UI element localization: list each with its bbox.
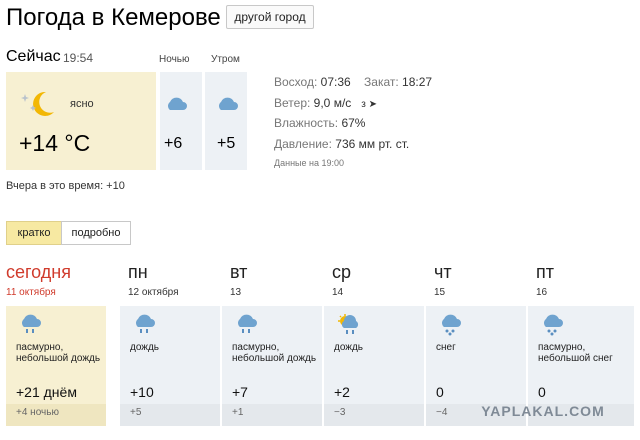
night-label: Ночью [159, 54, 190, 65]
tab-short[interactable]: кратко [6, 221, 62, 245]
sunset-value: 18:27 [402, 75, 433, 89]
night-temperature: +6 [164, 135, 183, 152]
sunrise-label: Восход: [274, 75, 318, 89]
page-title: Погода в Кемерове [6, 4, 221, 31]
forecast-day-temp: +2 [334, 384, 350, 400]
cloud-rain-icon [136, 314, 155, 333]
humidity-value: 67% [341, 116, 366, 130]
forecast-night-temp: −3 [334, 407, 346, 418]
forecast-day-temp: 0 [436, 384, 444, 400]
forecast-condition: дождь [334, 342, 364, 353]
cloud-icon [219, 97, 238, 110]
morning-label: Утром [211, 54, 240, 65]
forecast-night-temp: −4 [436, 407, 448, 418]
sun-info: Восход: 07:36 Закат: 18:27 [274, 75, 432, 89]
sun-cloud-rain-icon [338, 314, 359, 334]
forecast-night-temp: +1 [232, 407, 244, 418]
day-name[interactable]: пн [128, 262, 148, 283]
sunset-label: Закат: [364, 75, 399, 89]
day-name[interactable]: вт [230, 262, 247, 283]
cloud-snow-icon [544, 314, 563, 336]
day-date: 15 [434, 287, 446, 298]
data-timestamp: Данные на 19:00 [274, 158, 345, 168]
day-name[interactable]: чт [434, 262, 452, 283]
humidity-info: Влажность: 67% [274, 116, 365, 130]
cloud-rain-icon [238, 314, 257, 333]
current-temperature: +14 °C [19, 130, 91, 156]
forecast-day-card[interactable]: пасмурно, небольшой дождь +7 +1 [222, 306, 322, 426]
wind-value: 9,0 м/с [313, 96, 352, 110]
forecast-day-card[interactable]: пасмурно, небольшой дождь +21 днём +4 но… [6, 306, 106, 426]
pressure-label: Давление: [274, 137, 332, 151]
sunrise-value: 07:36 [320, 75, 351, 89]
moon-icon [21, 91, 54, 116]
forecast-condition: дождь [130, 342, 160, 353]
wind-label: Ветер: [274, 96, 311, 110]
day-name[interactable]: ср [332, 262, 351, 283]
forecast-night-temp: +5 [130, 407, 142, 418]
now-label: Сейчас [6, 48, 61, 65]
forecast-condition: пасмурно, небольшой снег [538, 342, 613, 364]
morning-card [205, 72, 247, 170]
forecast-night-temp: +4 ночью [16, 407, 59, 418]
day-name[interactable]: пт [536, 262, 554, 283]
forecast-condition: пасмурно, небольшой дождь [16, 342, 101, 364]
humidity-label: Влажность: [274, 116, 339, 130]
change-city-button[interactable]: другой город [226, 5, 314, 29]
forecast-condition: снег [436, 342, 456, 353]
forecast-day-temp: +7 [232, 384, 248, 400]
forecast-condition: пасмурно, небольшой дождь [232, 342, 317, 364]
tab-detailed[interactable]: подробно [61, 221, 131, 245]
wind-info: Ветер: 9,0 м/с з ➤ [274, 96, 377, 110]
night-card [160, 72, 202, 170]
wind-direction: з ➤ [361, 99, 378, 110]
day-date: 13 [230, 287, 242, 298]
pressure-value: 736 мм рт. ст. [335, 137, 410, 151]
morning-temperature: +5 [217, 135, 236, 152]
day-date: 11 октября [6, 287, 56, 298]
cloud-snow-icon [442, 314, 461, 336]
day-date: 16 [536, 287, 548, 298]
day-date: 12 октября [128, 287, 179, 298]
pressure-info: Давление: 736 мм рт. ст. [274, 137, 409, 151]
cloud-rain-icon [22, 314, 41, 333]
current-condition: ясно [70, 98, 94, 110]
now-time: 19:54 [63, 51, 94, 65]
forecast-day-card[interactable]: дождь +10 +5 [120, 306, 220, 426]
forecast-day-temp: +10 [130, 384, 154, 400]
yesterday-temperature: Вчера в это время: +10 [6, 180, 125, 192]
day-date: 14 [332, 287, 344, 298]
day-name-today[interactable]: сегодня [6, 262, 71, 283]
watermark: YAPLAKAL.COM [481, 403, 605, 419]
forecast-day-temp: 0 [538, 384, 546, 400]
forecast-day-temp: +21 днём [16, 384, 77, 400]
cloud-icon [168, 97, 187, 110]
forecast-day-card[interactable]: дождь +2 −3 [324, 306, 424, 426]
